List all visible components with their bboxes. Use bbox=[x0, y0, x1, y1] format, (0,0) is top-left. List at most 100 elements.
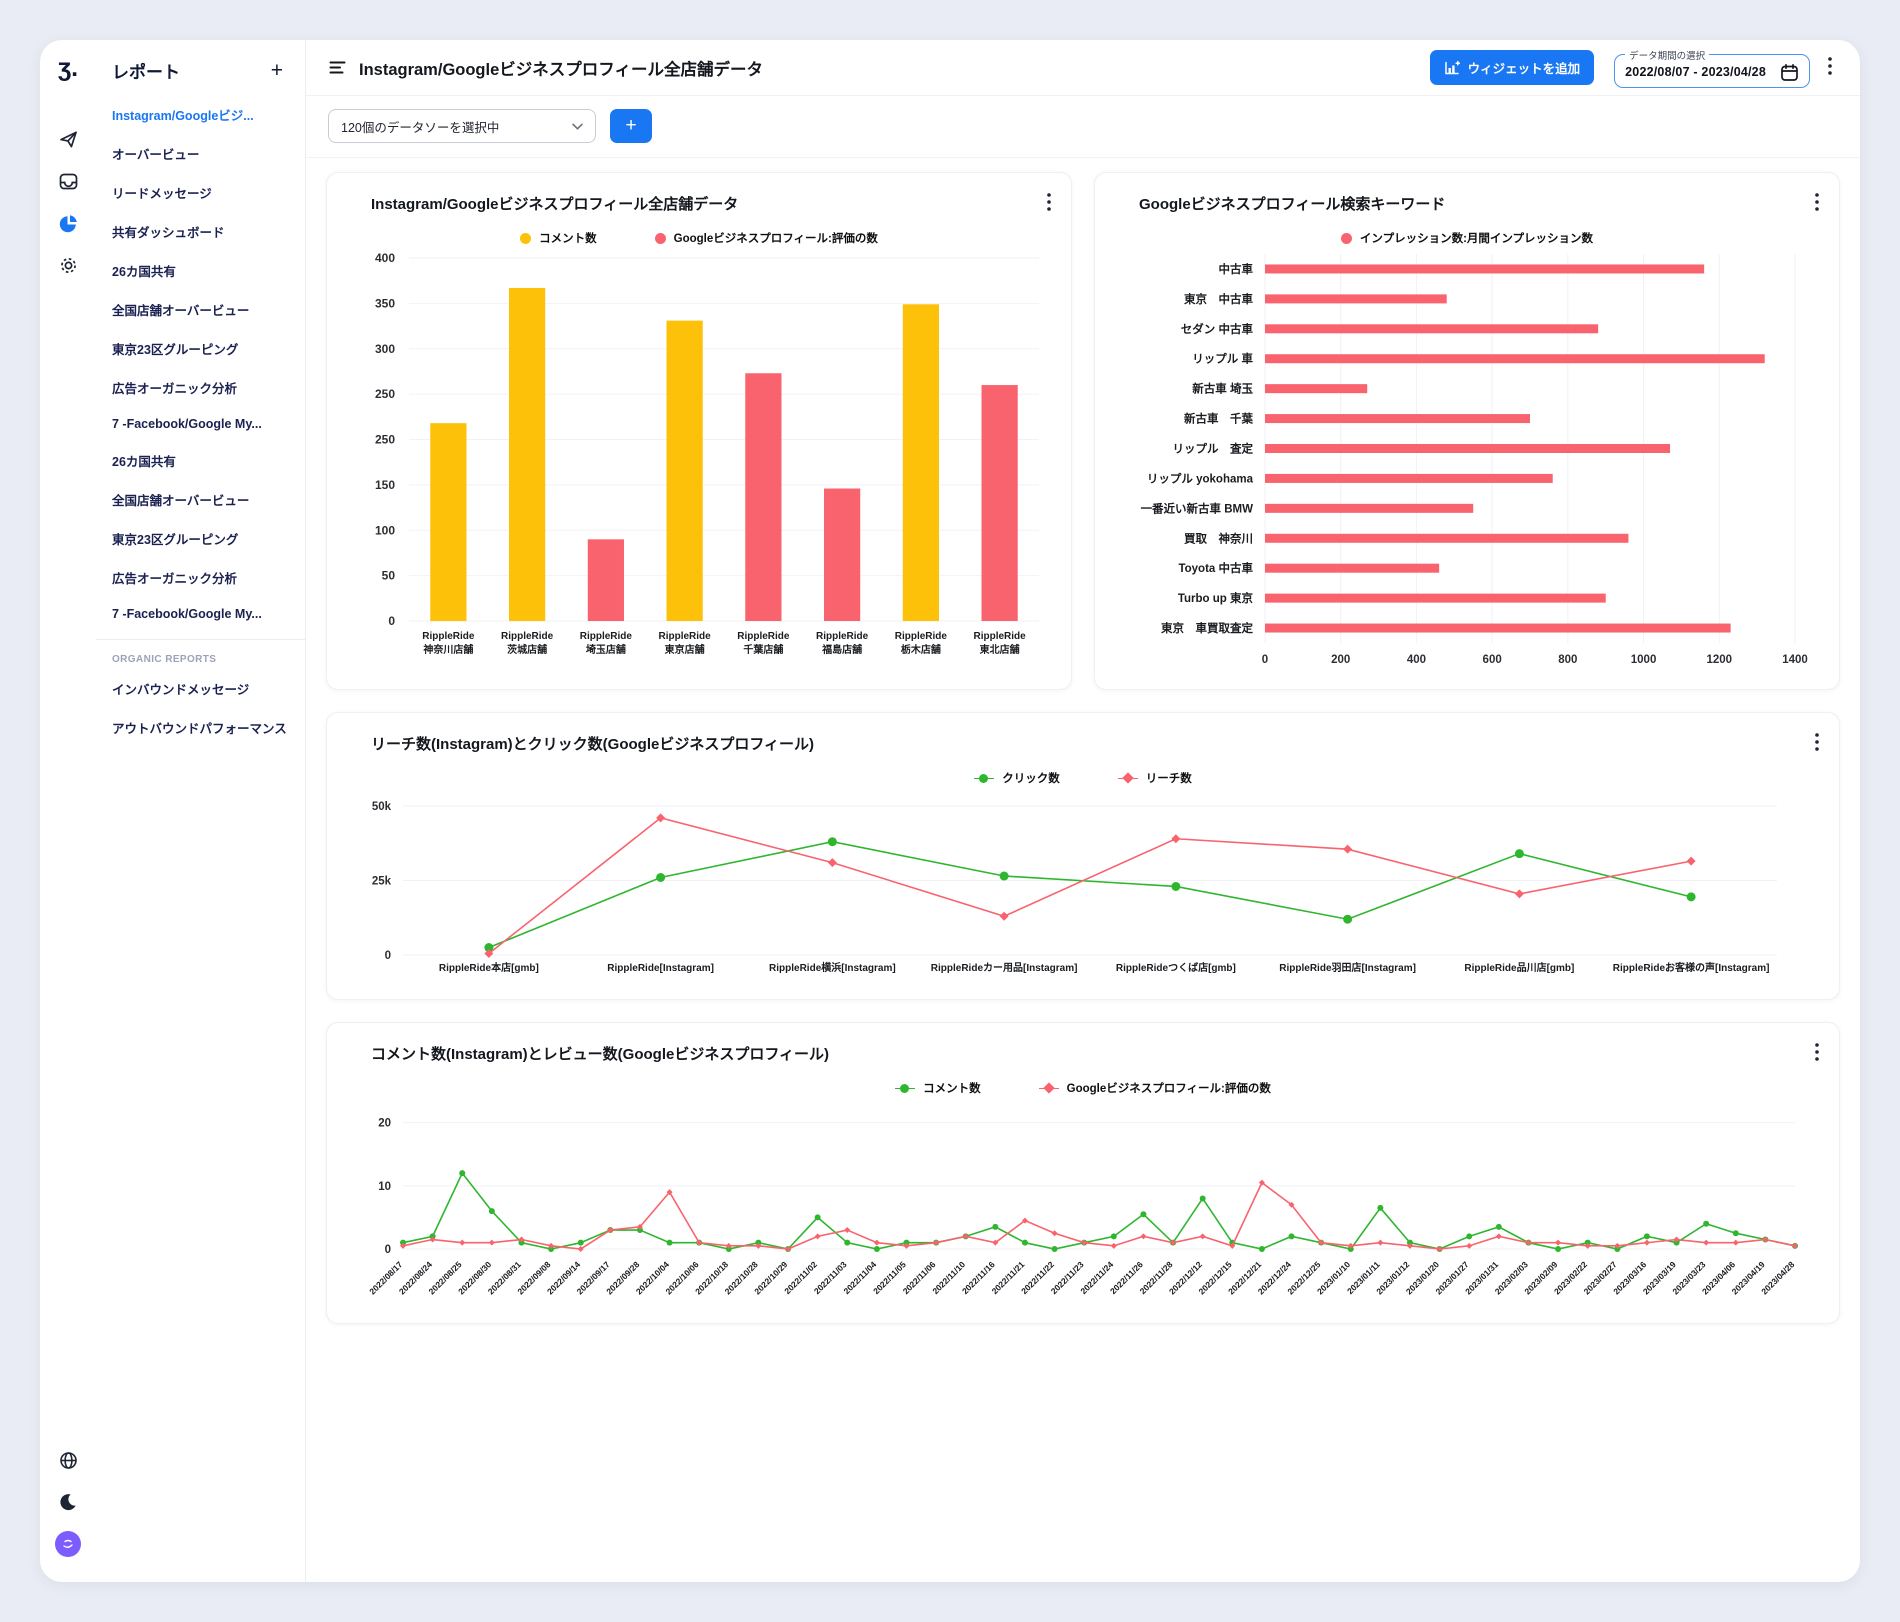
data-point bbox=[489, 1240, 495, 1246]
add-widget-button[interactable]: ウィジェットを追加 bbox=[1430, 50, 1595, 85]
legend-marker bbox=[974, 773, 994, 783]
chart-legend: コメント数Googleビジネスプロフィール:評価の数 bbox=[345, 230, 1053, 246]
series-line bbox=[489, 842, 1691, 948]
bar bbox=[1265, 534, 1628, 543]
svg-text:RippleRide: RippleRide bbox=[974, 631, 1027, 642]
date-range-field[interactable]: データ期間の選択 2022/08/07 - 2023/04/28 bbox=[1614, 48, 1810, 88]
sidebar-report-item[interactable]: 広告オーガニック分析 bbox=[96, 368, 305, 407]
data-point bbox=[1289, 1233, 1295, 1239]
sidebar-organic-report-item[interactable]: アウトバウンドパフォーマンス bbox=[96, 708, 305, 747]
sidebar-report-item[interactable]: 広告オーガニック分析 bbox=[96, 558, 305, 597]
card-menu-button[interactable] bbox=[1809, 189, 1825, 218]
svg-text:50: 50 bbox=[382, 569, 396, 583]
sidebar-organic-report-item[interactable]: インバウンドメッセージ bbox=[96, 669, 305, 708]
svg-text:50k: 50k bbox=[372, 801, 392, 813]
sidebar-report-item[interactable]: Instagram/Googleビジ... bbox=[96, 95, 305, 134]
data-point bbox=[1703, 1221, 1709, 1227]
sidebar-report-item[interactable]: 全国店舗オーバービュー bbox=[96, 480, 305, 519]
data-point bbox=[1343, 915, 1352, 924]
settings-icon[interactable] bbox=[50, 247, 86, 283]
svg-text:東京 車買取査定: 東京 車買取査定 bbox=[1161, 621, 1253, 635]
data-point bbox=[1171, 882, 1180, 891]
line-chart-plot: 50k25k0RippleRide本店[gmb]RippleRide[Insta… bbox=[345, 788, 1821, 987]
svg-text:RippleRideお客様の声[Instagram]: RippleRideお客様の声[Instagram] bbox=[1613, 961, 1770, 974]
datasource-select-value: 120個のデータソーを選択中 bbox=[341, 117, 499, 136]
svg-text:20: 20 bbox=[378, 1118, 391, 1130]
legend-marker bbox=[655, 233, 666, 244]
chart-title: Instagram/Googleビジネスプロフィール全店舗データ bbox=[371, 193, 1053, 214]
svg-text:0: 0 bbox=[388, 614, 395, 628]
svg-text:600: 600 bbox=[1483, 654, 1502, 666]
sidebar-report-item[interactable]: リードメッセージ bbox=[96, 173, 305, 212]
data-point bbox=[1466, 1233, 1472, 1239]
data-point bbox=[1496, 1233, 1502, 1239]
chart-title: コメント数(Instagram)とレビュー数(Googleビジネスプロフィール) bbox=[371, 1043, 1821, 1064]
bar bbox=[1265, 564, 1439, 573]
data-point bbox=[667, 1240, 673, 1246]
svg-text:リップル yokohama: リップル yokohama bbox=[1147, 471, 1254, 485]
card-menu-button[interactable] bbox=[1809, 1039, 1825, 1068]
report-lines-icon[interactable] bbox=[328, 58, 347, 77]
svg-text:リップル 査定: リップル 査定 bbox=[1173, 442, 1254, 456]
data-point bbox=[1377, 1205, 1383, 1211]
icon-rail: ʒ. bbox=[40, 40, 96, 1582]
svg-text:新古車 千葉: 新古車 千葉 bbox=[1184, 412, 1253, 426]
add-datasource-button[interactable]: + bbox=[610, 109, 652, 143]
sidebar-report-item[interactable]: 東京23区グルーピング bbox=[96, 329, 305, 368]
messages-icon[interactable] bbox=[50, 163, 86, 199]
legend-item: クリック数 bbox=[974, 770, 1060, 786]
sidebar-report-item[interactable]: 26カ国共有 bbox=[96, 251, 305, 290]
data-point bbox=[1000, 912, 1009, 921]
toolbar: 120個のデータソーを選択中 + bbox=[306, 96, 1860, 149]
sidebar-report-item[interactable]: 全国店舗オーバービュー bbox=[96, 290, 305, 329]
bar-chart-svg: 400350300250250150100500RippleRide神奈川店舗R… bbox=[345, 248, 1053, 677]
paper-plane-icon[interactable] bbox=[50, 121, 86, 157]
sidebar-report-item[interactable]: 26カ国共有 bbox=[96, 441, 305, 480]
sidebar-report-item[interactable]: 7 -Facebook/Google My... bbox=[96, 407, 305, 441]
bar bbox=[509, 288, 545, 621]
sidebar-title: レポート bbox=[112, 58, 180, 83]
pie-chart-icon[interactable] bbox=[50, 205, 86, 241]
card-menu-button[interactable] bbox=[1041, 189, 1057, 218]
datasource-select[interactable]: 120個のデータソーを選択中 bbox=[328, 109, 596, 143]
header-menu-button[interactable] bbox=[1822, 53, 1838, 82]
sidebar-report-item[interactable]: 共有ダッシュボード bbox=[96, 212, 305, 251]
svg-text:埼玉店舗: 埼玉店舗 bbox=[586, 643, 626, 656]
chart-legend: インプレッション数:月間インプレッション数 bbox=[1113, 230, 1821, 246]
legend-item: Googleビジネスプロフィール:評価の数 bbox=[1039, 1080, 1271, 1096]
svg-text:RippleRide品川店[gmb]: RippleRide品川店[gmb] bbox=[1464, 961, 1574, 974]
globe-icon[interactable] bbox=[50, 1442, 86, 1478]
data-point bbox=[1555, 1246, 1561, 1252]
charts-scroll-area[interactable]: Instagram/Googleビジネスプロフィール全店舗データ コメント数Go… bbox=[306, 157, 1860, 1582]
svg-text:RippleRide: RippleRide bbox=[659, 631, 712, 642]
card-menu-button[interactable] bbox=[1809, 729, 1825, 758]
add-report-button[interactable]: + bbox=[271, 60, 283, 81]
dark-mode-icon[interactable] bbox=[50, 1484, 86, 1520]
calendar-icon[interactable] bbox=[1780, 63, 1799, 82]
sidebar-report-item[interactable]: オーバービュー bbox=[96, 134, 305, 173]
legend-item: リーチ数 bbox=[1118, 770, 1192, 786]
sidebar-report-item[interactable]: 東京23区グルーピング bbox=[96, 519, 305, 558]
bar bbox=[1265, 444, 1670, 453]
data-point bbox=[1687, 857, 1696, 866]
svg-text:250: 250 bbox=[375, 433, 395, 447]
svg-text:300: 300 bbox=[375, 342, 395, 356]
legend-item: コメント数 bbox=[520, 230, 597, 246]
add-widget-icon bbox=[1444, 60, 1460, 76]
bar bbox=[1265, 324, 1598, 333]
svg-text:RippleRide: RippleRide bbox=[501, 631, 554, 642]
data-point bbox=[828, 837, 837, 846]
svg-text:1400: 1400 bbox=[1782, 654, 1808, 666]
svg-text:RippleRide: RippleRide bbox=[895, 631, 948, 642]
line-chart-plot: 201002022/08/172022/08/242022/08/252022/… bbox=[345, 1098, 1821, 1311]
organic-report-list: インバウンドメッセージアウトバウンドパフォーマンス bbox=[96, 669, 305, 747]
data-point bbox=[1687, 892, 1696, 901]
bar bbox=[667, 321, 703, 621]
bar bbox=[824, 489, 860, 621]
svg-text:東北店舗: 東北店舗 bbox=[980, 643, 1020, 656]
main-area: Instagram/Googleビジネスプロフィール全店舗データ ウィジェットを… bbox=[306, 40, 1860, 1582]
legend-item: コメント数 bbox=[895, 1080, 981, 1096]
sidebar-report-item[interactable]: 7 -Facebook/Google My... bbox=[96, 597, 305, 631]
chart-legend: クリック数 リーチ数 bbox=[345, 770, 1821, 786]
user-avatar[interactable] bbox=[50, 1526, 86, 1562]
